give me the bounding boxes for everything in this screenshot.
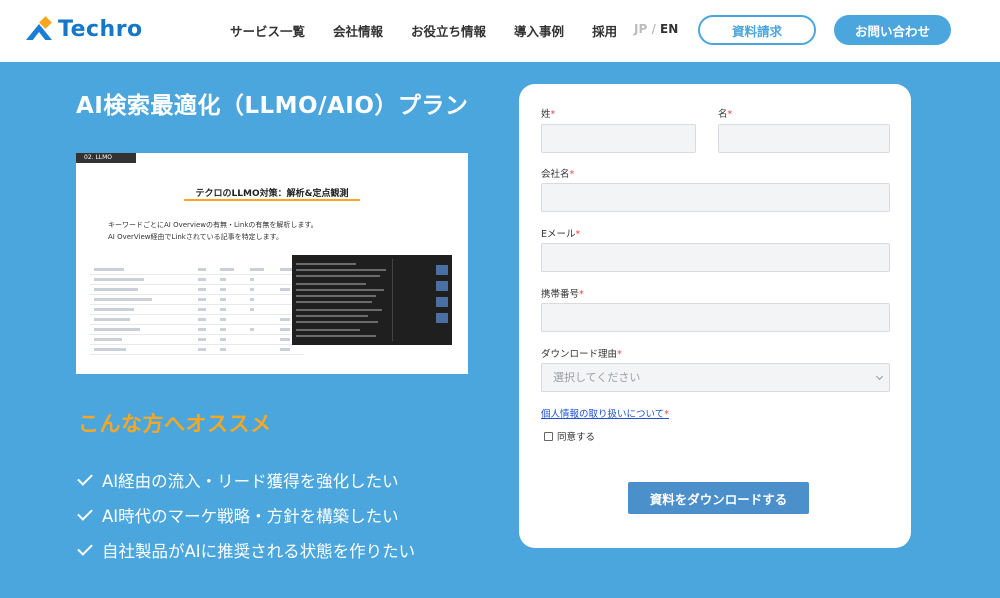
nav-item-services[interactable]: サービス一覧 <box>230 21 305 40</box>
lang-separator: / <box>651 22 656 36</box>
request-docs-button[interactable]: 資料請求 <box>698 15 816 45</box>
phone-label: 携帯番号* <box>541 289 584 300</box>
screenshot-tag: 02. LLMO <box>76 153 136 163</box>
first-name-field[interactable] <box>718 124 890 153</box>
main-nav: サービス一覧 会社情報 お役立ち情報 導入事例 採用 <box>230 21 645 40</box>
screenshot-table-row <box>90 295 304 305</box>
reason-label: ダウンロード理由* <box>541 349 622 360</box>
screenshot-desc-line-2: AI OverView経由でLinkされている記事を特定します。 <box>108 233 283 241</box>
first-name-label: 名* <box>718 109 733 120</box>
email-label: Eメール* <box>541 229 581 240</box>
nav-item-recruit[interactable]: 採用 <box>592 21 617 40</box>
company-field[interactable] <box>541 183 890 212</box>
site-header: Techro サービス一覧 会社情報 お役立ち情報 導入事例 採用 JP / E… <box>0 0 1000 62</box>
recommend-item: AI時代のマーケ戦略・方針を構築したい <box>77 497 415 532</box>
screenshot-description: キーワードごとにAI Overviewの有無・Linkの有無を解析します。 AI… <box>108 219 318 243</box>
download-submit-button[interactable]: 資料をダウンロードする <box>628 482 809 514</box>
privacy-policy-link[interactable]: 個人情報の取り扱いについて* <box>541 406 669 420</box>
screenshot-table <box>90 265 304 361</box>
nav-item-company[interactable]: 会社情報 <box>333 21 383 40</box>
screenshot-title: テクロのLLMO対策：解析&定点観測 <box>195 189 349 199</box>
phone-field[interactable] <box>541 303 890 332</box>
recommend-item-text: AI経由の流入・リード獲得を強化したい <box>102 471 399 491</box>
recommend-list: AI経由の流入・リード獲得を強化したい AI時代のマーケ戦略・方針を構築したい … <box>77 462 416 567</box>
agree-checkbox-row[interactable]: 同意する <box>544 429 595 443</box>
screenshot-table-row <box>90 345 304 355</box>
agree-checkbox[interactable] <box>544 431 553 441</box>
screenshot-desc-line-1: キーワードごとにAI Overviewの有無・Linkの有無を解析します。 <box>108 221 318 229</box>
screenshot-table-row <box>90 335 304 345</box>
check-icon <box>77 539 93 556</box>
recommend-heading: こんな方へオススメ <box>78 412 272 436</box>
logo-icon <box>26 15 52 42</box>
lang-jp[interactable]: JP <box>634 22 647 36</box>
email-field[interactable] <box>541 243 890 272</box>
recommend-item-text: AI時代のマーケ戦略・方針を構築したい <box>102 506 399 526</box>
agree-label: 同意する <box>557 432 596 443</box>
download-form: 姓* 名* 会社名* Eメール* 携帯番号* ダウンロード理由* 選択してくださ… <box>519 84 911 548</box>
chevron-down-icon <box>875 372 884 381</box>
screenshot-table-row <box>90 275 304 285</box>
screenshot-table-row <box>90 305 304 315</box>
recommend-item-text: 自社製品がAIに推奨される状態を作りたい <box>102 541 416 561</box>
screenshot-ai-overview-panel <box>292 255 452 345</box>
last-name-field[interactable] <box>541 124 696 153</box>
recommend-item: AI経由の流入・リード獲得を強化したい <box>77 462 415 497</box>
service-screenshot: 02. LLMO テクロのLLMO対策：解析&定点観測 キーワードごとにAI O… <box>76 153 468 374</box>
contact-button[interactable]: お問い合わせ <box>834 15 951 45</box>
check-icon <box>77 504 93 521</box>
logo-text: Techro <box>58 17 143 42</box>
company-label: 会社名* <box>541 169 575 180</box>
screenshot-table-row <box>90 265 304 275</box>
screenshot-table-row <box>90 325 304 335</box>
nav-item-resources[interactable]: お役立ち情報 <box>411 21 486 40</box>
language-switcher: JP / EN <box>634 22 678 36</box>
recommend-item: 自社製品がAIに推奨される状態を作りたい <box>77 532 416 567</box>
page-title: AI検索最適化（LLMO/AIO）プラン <box>76 93 469 119</box>
screenshot-table-row <box>90 315 304 325</box>
reason-select-value: 選択してください <box>553 371 641 384</box>
check-icon <box>77 469 93 486</box>
logo[interactable]: Techro <box>26 15 143 42</box>
lang-en[interactable]: EN <box>660 22 678 36</box>
reason-select[interactable]: 選択してください <box>541 363 890 392</box>
last-name-label: 姓* <box>541 109 556 120</box>
screenshot-table-row <box>90 285 304 295</box>
screenshot-title-underline <box>184 199 360 201</box>
nav-item-cases[interactable]: 導入事例 <box>514 21 564 40</box>
